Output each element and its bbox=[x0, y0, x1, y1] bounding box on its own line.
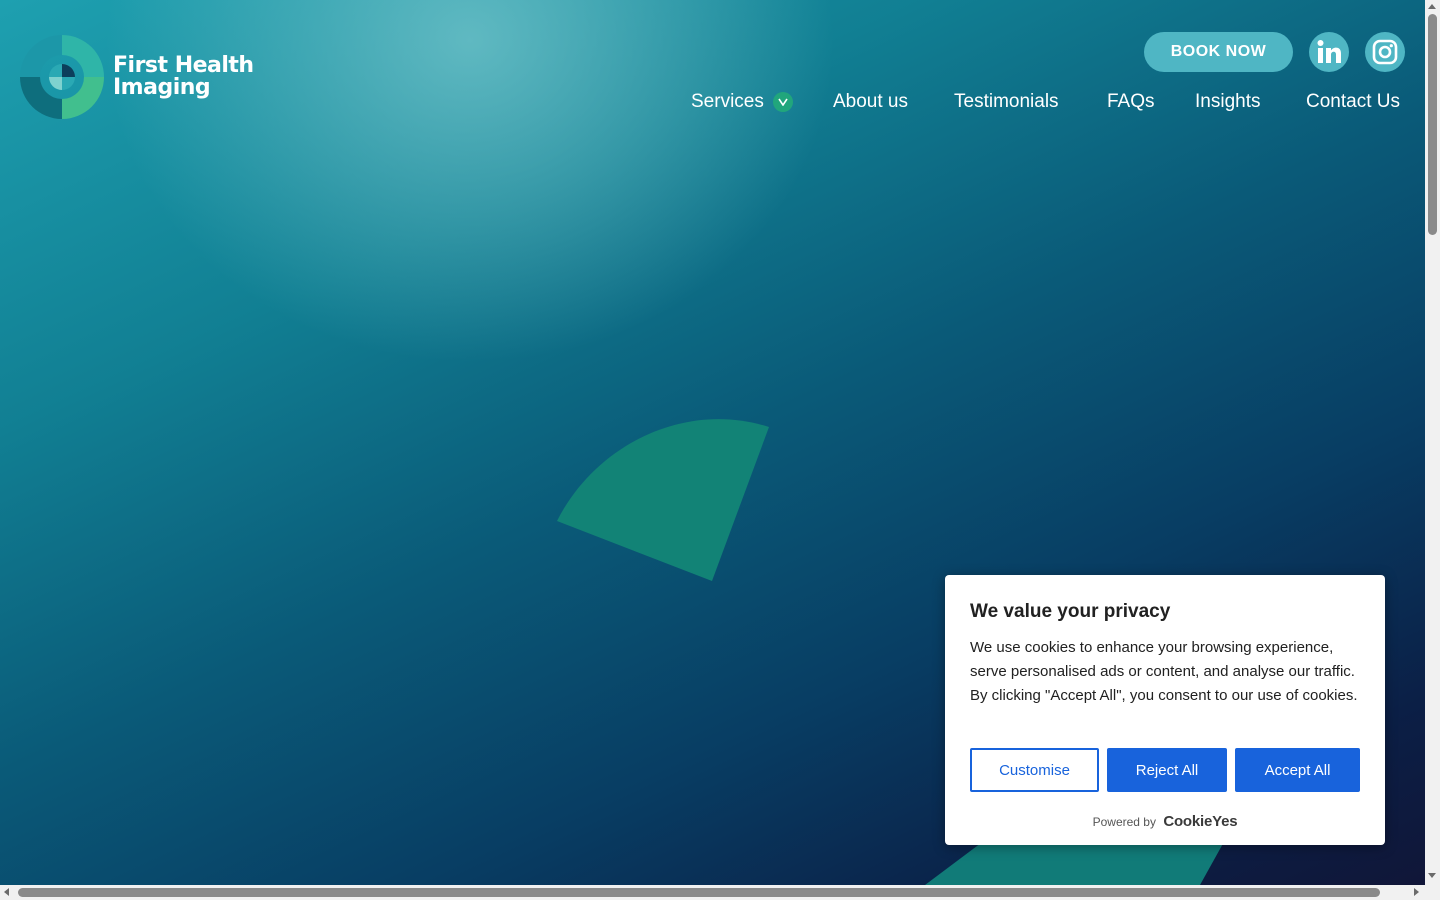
scrollbar-corner bbox=[1425, 885, 1440, 900]
scroll-up-arrow-icon[interactable] bbox=[1428, 4, 1436, 9]
horizontal-scroll-thumb[interactable] bbox=[18, 888, 1380, 897]
horizontal-scrollbar[interactable] bbox=[0, 885, 1425, 900]
cookieyes-logo[interactable]: CookieYes bbox=[1163, 813, 1237, 830]
site-logo[interactable]: First Health Imaging bbox=[20, 35, 254, 119]
logo-wordmark: First Health Imaging bbox=[113, 55, 254, 99]
book-now-button[interactable]: BOOK NOW bbox=[1144, 32, 1293, 72]
nav-faqs[interactable]: FAQs bbox=[1107, 90, 1155, 114]
logo-line-2: Imaging bbox=[113, 75, 211, 100]
scroll-left-arrow-icon[interactable] bbox=[4, 888, 9, 896]
logo-mark-icon bbox=[20, 35, 104, 119]
hero-section: First Health Imaging BOOK NOW Services A… bbox=[0, 0, 1425, 885]
logo-line-1: First Health bbox=[113, 53, 254, 78]
chevron-down-icon[interactable] bbox=[772, 92, 793, 112]
nav-contact[interactable]: Contact Us bbox=[1306, 90, 1400, 114]
nav-services-label: Services bbox=[691, 91, 764, 112]
vertical-scrollbar[interactable] bbox=[1425, 0, 1440, 885]
nav-testimonials[interactable]: Testimonials bbox=[954, 90, 1059, 114]
powered-by: Powered by CookieYes bbox=[945, 813, 1385, 830]
cookie-title: We value your privacy bbox=[970, 601, 1171, 622]
reject-all-button[interactable]: Reject All bbox=[1107, 748, 1227, 792]
scroll-right-arrow-icon[interactable] bbox=[1414, 888, 1419, 896]
scroll-down-arrow-icon[interactable] bbox=[1428, 873, 1436, 878]
linkedin-button[interactable] bbox=[1309, 32, 1349, 72]
vertical-scroll-thumb[interactable] bbox=[1428, 14, 1437, 235]
instagram-button[interactable] bbox=[1365, 32, 1405, 72]
decorative-shape bbox=[555, 415, 771, 583]
nav-services[interactable]: Services bbox=[691, 90, 793, 114]
decorative-shape-bottom bbox=[925, 840, 1225, 885]
instagram-icon bbox=[1372, 39, 1398, 65]
powered-by-label: Powered by bbox=[1092, 815, 1156, 829]
nav-about[interactable]: About us bbox=[833, 90, 908, 114]
cookie-consent-banner: We value your privacy We use cookies to … bbox=[945, 575, 1385, 845]
nav-insights[interactable]: Insights bbox=[1195, 90, 1260, 114]
accept-all-button[interactable]: Accept All bbox=[1235, 748, 1360, 792]
customise-button[interactable]: Customise bbox=[970, 748, 1099, 792]
linkedin-icon bbox=[1317, 40, 1341, 63]
cookie-description: We use cookies to enhance your browsing … bbox=[970, 639, 1358, 704]
